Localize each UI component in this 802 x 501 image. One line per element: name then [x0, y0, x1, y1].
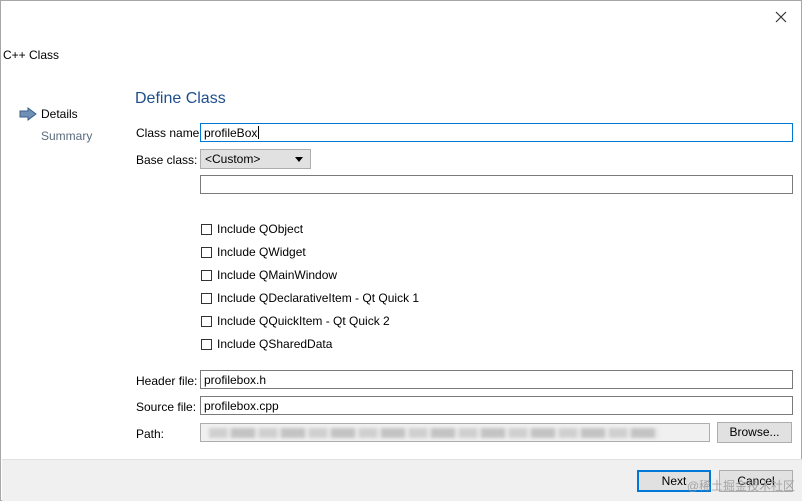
checkbox-label: Include QSharedData [217, 337, 333, 351]
sidebar-item-summary[interactable]: Summary [41, 129, 92, 143]
include-qshareddata-checkbox[interactable]: Include QSharedData [201, 337, 332, 351]
custom-base-class-input[interactable] [200, 175, 793, 194]
checkbox-box[interactable] [201, 338, 212, 350]
checkbox-box[interactable] [201, 246, 212, 258]
class-name-value: profileBox [204, 126, 258, 140]
path-label: Path: [136, 427, 165, 441]
header-file-value: profilebox.h [204, 373, 267, 387]
header-file-input[interactable]: profilebox.h [200, 370, 793, 389]
watermark: @稀土掘金技术社区 [686, 479, 795, 493]
redacted-path-text [209, 428, 659, 438]
checkbox-box[interactable] [201, 315, 212, 327]
page-title: Define Class [135, 90, 226, 107]
window-title: C++ Class [3, 48, 60, 62]
browse-button[interactable]: Browse... [717, 422, 792, 443]
path-input[interactable] [200, 423, 710, 442]
include-qobject-checkbox[interactable]: Include QObject [201, 222, 303, 236]
base-class-selected-value: <Custom> [205, 152, 261, 166]
source-file-value: profilebox.cpp [204, 399, 279, 413]
class-name-input[interactable]: profileBox [200, 123, 793, 142]
text-caret [258, 126, 260, 139]
include-qquickitem-checkbox[interactable]: Include QQuickItem - Qt Quick 2 [201, 314, 390, 328]
include-qmainwindow-checkbox[interactable]: Include QMainWindow [201, 268, 337, 282]
sidebar-item-label: Details [41, 107, 78, 121]
checkbox-label: Include QObject [217, 222, 304, 236]
checkbox-box[interactable] [201, 223, 212, 235]
checkbox-box[interactable] [201, 292, 212, 304]
class-name-label: Class name: [136, 126, 203, 140]
close-button[interactable] [771, 7, 791, 27]
include-qdeclarativeitem-checkbox[interactable]: Include QDeclarativeItem - Qt Quick 1 [201, 291, 419, 305]
dialog-window: C++ Class Details Summary Define Class C… [0, 0, 802, 501]
checkbox-label: Include QQuickItem - Qt Quick 2 [217, 314, 390, 328]
sidebar-item-details[interactable]: Details [19, 107, 78, 121]
include-qwidget-checkbox[interactable]: Include QWidget [201, 245, 306, 259]
arrow-right-icon [19, 107, 37, 121]
base-class-label: Base class: [136, 153, 198, 167]
checkbox-label: Include QMainWindow [217, 268, 338, 282]
source-file-input[interactable]: profilebox.cpp [200, 396, 793, 415]
source-file-label: Source file: [136, 400, 197, 414]
checkbox-box[interactable] [201, 269, 212, 281]
base-class-select[interactable]: <Custom> [200, 149, 311, 169]
header-file-label: Header file: [136, 374, 198, 388]
checkbox-label: Include QWidget [217, 245, 306, 259]
chevron-down-icon [295, 156, 303, 162]
sidebar-item-label: Summary [41, 129, 93, 143]
checkbox-label: Include QDeclarativeItem - Qt Quick 1 [217, 291, 420, 305]
close-icon [775, 11, 787, 23]
